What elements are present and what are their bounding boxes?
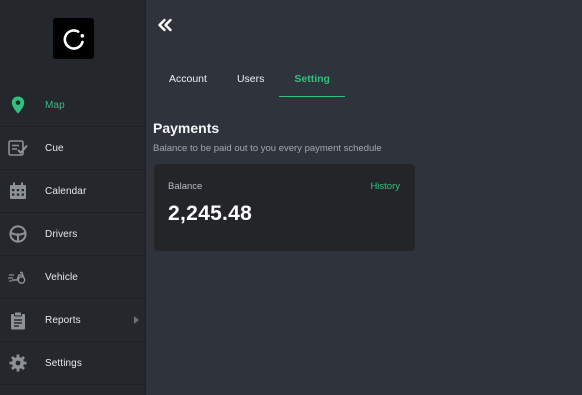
sidebar-item-settings[interactable]: Settings — [0, 342, 146, 385]
settings-tabs: Account Users Setting — [154, 60, 345, 97]
sidebar-item-label: Cue — [45, 142, 64, 154]
sidebar-item-label: Reports — [45, 314, 81, 326]
page-subtitle: Balance to be paid out to you every paym… — [153, 143, 382, 154]
checklist-icon — [8, 138, 28, 158]
sidebar-nav: Map Cue Calendar Drivers Vehicle Reports… — [0, 84, 146, 385]
sidebar-item-label: Settings — [45, 357, 82, 369]
double-chevron-left-icon — [158, 18, 172, 32]
main-content: Account Users Setting Payments Balance t… — [146, 0, 582, 395]
sidebar-item-label: Calendar — [45, 185, 87, 197]
sidebar-item-vehicle[interactable]: Vehicle — [0, 256, 146, 299]
clipboard-icon — [8, 310, 28, 330]
tab-account[interactable]: Account — [154, 60, 222, 97]
sidebar-item-map[interactable]: Map — [0, 84, 146, 127]
map-pin-icon — [8, 95, 28, 115]
collapse-sidebar-button[interactable] — [156, 16, 174, 34]
tab-users[interactable]: Users — [222, 60, 279, 97]
sidebar-item-reports[interactable]: Reports — [0, 299, 146, 342]
gear-icon — [8, 353, 28, 373]
sidebar: Map Cue Calendar Drivers Vehicle Reports… — [0, 0, 146, 395]
sidebar-item-drivers[interactable]: Drivers — [0, 213, 146, 256]
app-logo[interactable] — [53, 18, 94, 59]
tab-setting[interactable]: Setting — [279, 60, 345, 97]
sidebar-item-label: Drivers — [45, 228, 78, 240]
sidebar-item-calendar[interactable]: Calendar — [0, 170, 146, 213]
page-title: Payments — [153, 120, 220, 136]
logo-icon — [63, 28, 84, 50]
motorcycle-icon — [8, 267, 28, 287]
calendar-icon — [8, 181, 28, 201]
chevron-right-icon — [134, 316, 139, 324]
sidebar-item-cue[interactable]: Cue — [0, 127, 146, 170]
sidebar-item-label: Map — [45, 99, 65, 111]
history-link[interactable]: History — [370, 181, 400, 192]
balance-value: 2,245.48 — [168, 202, 253, 225]
app-window: Map Cue Calendar Drivers Vehicle Reports… — [0, 0, 582, 395]
steering-wheel-icon — [8, 224, 28, 244]
balance-label: Balance — [168, 181, 203, 192]
balance-card: Balance History 2,245.48 — [154, 164, 415, 251]
sidebar-item-label: Vehicle — [45, 271, 78, 283]
